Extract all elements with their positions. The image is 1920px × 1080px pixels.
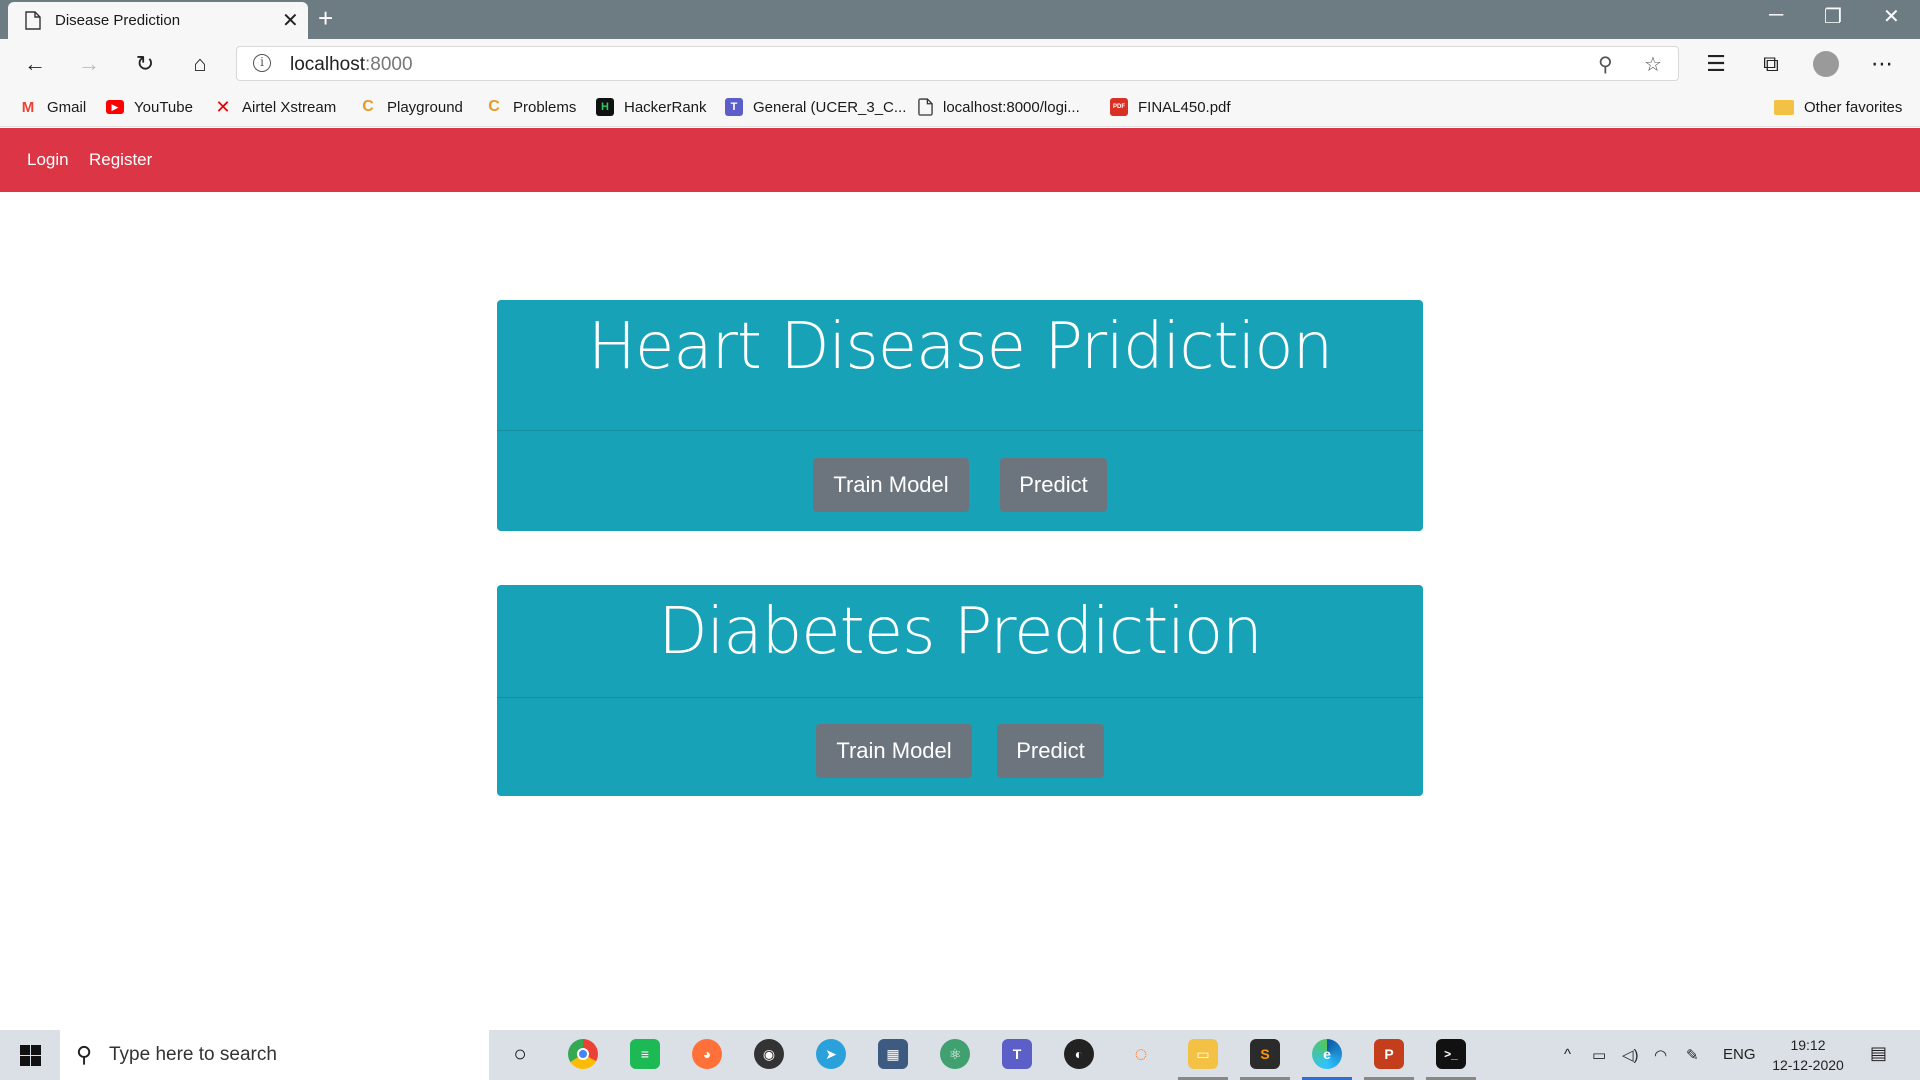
browser-tab-strip: Disease Prediction ✕ + ─ ❐ ✕ <box>0 0 1920 39</box>
show-hidden-icons-icon[interactable]: ^ <box>1564 1046 1571 1063</box>
favorites-icon[interactable]: ☰ <box>1702 50 1730 78</box>
windows-start-icon[interactable] <box>20 1045 41 1066</box>
card-divider <box>497 697 1423 698</box>
pdf-icon: PDF <box>1110 98 1128 116</box>
bookmarks-bar: M Gmail ▶ YouTube ✕ Airtel Xstream C Pla… <box>0 89 1920 127</box>
airtel-icon: ✕ <box>215 96 231 117</box>
notifications-icon[interactable]: ▤ <box>1870 1043 1887 1064</box>
leetcode-icon: C <box>362 98 374 115</box>
terminal-icon[interactable]: >_ <box>1436 1039 1466 1069</box>
bookmark-problems[interactable]: C Problems <box>485 95 576 119</box>
clock-time: 19:12 <box>1790 1037 1826 1053</box>
register-link[interactable]: Register <box>89 150 152 170</box>
address-bar[interactable]: i localhost:8000 ⚲ ☆ <box>236 46 1679 81</box>
calculator-icon[interactable]: ▦ <box>878 1039 908 1069</box>
pen-icon[interactable]: ✎ <box>1686 1046 1699 1064</box>
card-divider <box>497 430 1423 431</box>
youtube-icon: ▶ <box>106 100 124 114</box>
page-icon <box>25 11 41 30</box>
jupyter-icon[interactable]: ◌ <box>1126 1039 1156 1069</box>
heart-disease-card: Heart Disease Pridiction Train Model Pre… <box>497 300 1423 531</box>
login-link[interactable]: Login <box>27 150 69 170</box>
obs-icon[interactable]: ◉ <box>754 1039 784 1069</box>
browser-tab[interactable]: Disease Prediction ✕ <box>8 2 308 39</box>
github-icon[interactable]: ◐ <box>1064 1039 1094 1069</box>
restore-button[interactable]: ❐ <box>1824 4 1842 29</box>
url-text[interactable]: localhost:8000 <box>290 54 413 76</box>
teams-icon[interactable]: T <box>1002 1039 1032 1069</box>
bookmark-other-favorites[interactable]: Other favorites <box>1774 95 1902 119</box>
bookmark-youtube[interactable]: ▶ YouTube <box>106 95 193 119</box>
gmail-icon: M <box>21 98 35 116</box>
close-icon[interactable]: ✕ <box>282 8 299 33</box>
powerpoint-icon[interactable]: P <box>1374 1039 1404 1069</box>
browser-toolbar: ← → ↻ ⌂ i localhost:8000 ⚲ ☆ ☰ ⧉ ⋯ <box>0 39 1920 89</box>
edge-icon[interactable]: e <box>1312 1039 1342 1069</box>
teams-icon: T <box>725 98 743 116</box>
zoom-icon[interactable]: ⚲ <box>1598 52 1613 77</box>
firefox-icon[interactable]: ◕ <box>692 1039 722 1069</box>
windows-taskbar: ⚲ Type here to search ○ ≡ ◕ ◉ ➤ ▦ ⚛ T ◐ … <box>0 1030 1920 1080</box>
clock-date: 12-12-2020 <box>1772 1057 1844 1073</box>
bookmark-playground[interactable]: C Playground <box>359 95 463 119</box>
leetcode-icon: C <box>488 98 500 115</box>
file-explorer-icon[interactable]: ▭ <box>1188 1039 1218 1069</box>
atom-icon[interactable]: ⚛ <box>940 1039 970 1069</box>
diabetes-card: Diabetes Prediction Train Model Predict <box>497 585 1423 796</box>
folder-icon <box>1774 99 1794 115</box>
language-indicator[interactable]: ENG <box>1723 1046 1756 1063</box>
minimize-button[interactable]: ─ <box>1769 4 1783 27</box>
home-icon[interactable]: ⌂ <box>186 50 214 78</box>
more-options-icon[interactable]: ⋯ <box>1868 50 1896 78</box>
refresh-icon[interactable]: ↻ <box>131 50 159 78</box>
bookmark-hackerrank[interactable]: H HackerRank <box>596 95 707 119</box>
collections-icon[interactable]: ⧉ <box>1757 50 1785 78</box>
system-clock[interactable]: 19:12 12-12-2020 <box>1766 1035 1850 1075</box>
tab-title: Disease Prediction <box>55 12 181 29</box>
cortana-icon[interactable]: ○ <box>505 1039 535 1069</box>
wifi-icon[interactable]: ◠ <box>1654 1046 1667 1064</box>
sublime-icon[interactable]: S <box>1250 1039 1280 1069</box>
train-model-button[interactable]: Train Model <box>816 724 972 778</box>
info-icon[interactable]: i <box>253 54 271 72</box>
new-tab-button[interactable]: + <box>318 3 333 34</box>
close-window-button[interactable]: ✕ <box>1883 4 1900 29</box>
hackerrank-icon: H <box>596 98 614 116</box>
star-icon[interactable]: ☆ <box>1644 52 1662 77</box>
search-placeholder: Type here to search <box>109 1044 277 1065</box>
profile-avatar[interactable] <box>1812 50 1840 78</box>
card-title: Heart Disease Pridiction <box>587 310 1333 384</box>
bookmark-gmail[interactable]: M Gmail <box>19 95 86 119</box>
back-arrow-icon[interactable]: ← <box>21 50 49 78</box>
train-model-button[interactable]: Train Model <box>813 458 969 512</box>
predict-button[interactable]: Predict <box>1000 458 1107 512</box>
card-title: Diabetes Prediction <box>658 595 1262 669</box>
bookmark-localhost-login[interactable]: localhost:8000/logi... <box>918 95 1080 119</box>
spotify-icon[interactable]: ≡ <box>630 1039 660 1069</box>
battery-icon[interactable]: ▭ <box>1592 1046 1606 1064</box>
telegram-icon[interactable]: ➤ <box>816 1039 846 1069</box>
volume-icon[interactable]: ◁) <box>1622 1046 1639 1064</box>
search-icon: ⚲ <box>76 1042 93 1067</box>
taskbar-search-box[interactable]: ⚲ Type here to search <box>60 1030 489 1080</box>
predict-button[interactable]: Predict <box>997 724 1104 778</box>
chrome-icon[interactable] <box>568 1039 598 1069</box>
bookmark-general-teams[interactable]: T General (UCER_3_C... <box>725 95 906 119</box>
site-navbar: Login Register <box>0 128 1920 192</box>
bookmark-airtel-xstream[interactable]: ✕ Airtel Xstream <box>214 95 336 119</box>
forward-arrow-icon[interactable]: → <box>75 50 103 78</box>
bookmark-final450-pdf[interactable]: PDF FINAL450.pdf <box>1110 95 1231 119</box>
page-icon <box>918 98 933 116</box>
